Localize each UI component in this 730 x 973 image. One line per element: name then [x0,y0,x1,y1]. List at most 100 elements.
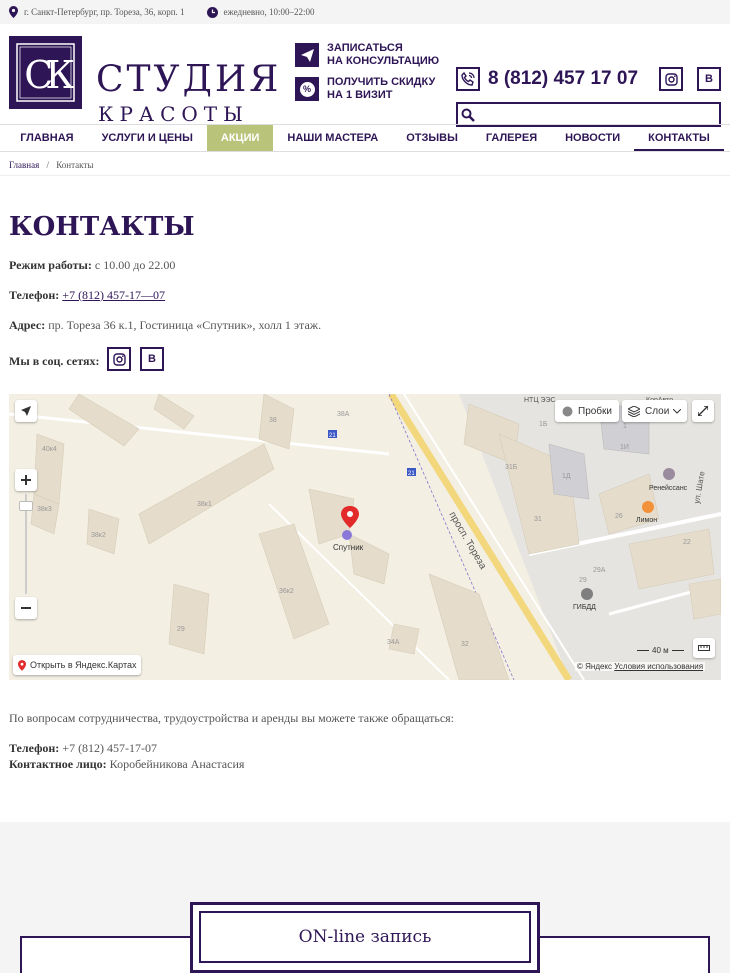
zoom-out-button[interactable] [15,597,37,619]
map-scale: 40 м [637,646,684,655]
svg-text:1: 1 [623,423,627,430]
nav-contacts[interactable]: КОНТАКТЫ [634,125,724,151]
svg-text:34А: 34А [387,639,400,646]
nav-news[interactable]: НОВОСТИ [551,125,634,151]
locate-button[interactable] [15,400,37,422]
svg-text:31: 31 [534,516,542,523]
svg-text:29: 29 [579,577,587,584]
logo-title[interactable]: СТУДИЯ [96,60,281,100]
svg-text:38к3: 38к3 [37,506,52,513]
vk-button[interactable]: В [697,67,721,91]
nav-home[interactable]: ГЛАВНАЯ [6,125,87,151]
search-icon [461,108,475,122]
yandex-map[interactable]: 40к4 38к3 38к2 38к1 38 38А 36к2 29 34А 3… [9,394,721,680]
layers-icon [628,405,640,417]
divider [0,175,730,176]
map-pin-icon [9,6,18,18]
nav-services[interactable]: УСЛУГИ И ЦЕНЫ [88,125,207,151]
svg-text:Лимон: Лимон [636,517,657,524]
svg-text:21: 21 [408,471,415,477]
breadcrumb-home[interactable]: Главная [9,160,39,170]
hours-info: ежедневно, 10:00–22:00 [206,6,315,18]
zoom-slider-handle[interactable] [19,501,33,511]
svg-text:Ренейссанс: Ренейссанс [649,484,688,492]
traffic-button[interactable]: Пробки [555,400,619,422]
traffic-icon [562,406,573,416]
svg-text:40к4: 40к4 [42,446,57,453]
svg-text:21: 21 [329,433,336,439]
top-info-bar: г. Санкт-Петербург, пр. Тореза, 36, корп… [0,0,730,24]
vk-social-button[interactable]: В [140,347,164,371]
social-row: Мы в соц. сетях: [9,354,99,369]
nav-reviews[interactable]: ОТЗЫВЫ [392,125,472,151]
main-nav: ГЛАВНАЯ УСЛУГИ И ЦЕНЫ АКЦИИ НАШИ МАСТЕРА… [0,124,730,152]
cooperation-text: По вопросам сотрудничества, трудоустройс… [9,711,454,725]
svg-text:38к1: 38к1 [197,501,212,508]
svg-text:ГИБДД: ГИБДД [573,604,596,611]
work-hours-label: Режим работы: [9,258,92,272]
svg-text:НТЦ ЭЭС: НТЦ ЭЭС [524,397,556,404]
nav-promotions[interactable]: АКЦИИ [206,125,274,151]
instagram-icon[interactable] [107,347,131,371]
logo-monogram-icon: СК [16,43,82,102]
consult-line2: НА КОНСУЛЬТАЦИЮ [327,55,440,67]
address-text: г. Санкт-Петербург, пр. Тореза, 36, корп… [24,7,185,17]
paper-plane-icon [295,43,319,67]
work-hours-value: с 10.00 до 22.00 [91,258,176,272]
svg-text:31Б: 31Б [505,464,518,471]
map-copyright: © Яндекс Условия использования [575,662,706,671]
svg-text:СК: СК [24,53,74,97]
plus-icon [21,475,31,485]
nav-masters[interactable]: НАШИ МАСТЕРА [273,125,392,151]
svg-text:29А: 29А [593,567,606,574]
expand-icon [698,406,708,416]
chevron-down-icon [673,408,682,414]
clock-icon [206,6,218,18]
fullscreen-button[interactable] [692,400,714,422]
phone-icon[interactable] [456,67,480,91]
consult-button[interactable]: ЗАПИСАТЬСЯ НА КОНСУЛЬТАЦИЮ [295,42,439,68]
phone-label: Телефон: [9,288,60,302]
hours-text: ежедневно, 10:00–22:00 [223,7,315,17]
svg-text:1Б: 1Б [539,421,548,428]
online-booking-header: ON-line запись [190,902,540,973]
open-link-label: Открыть в Яндекс.Картах [30,660,137,670]
header-phone[interactable]: 8 (812) 457 17 07 [488,68,638,90]
copyright-text: © Яндекс [577,662,613,671]
site-header: СК СТУДИЯ КРАСОТЫ ЗАПИСАТЬСЯ НА КОНСУЛЬТ… [0,24,730,127]
discount-button[interactable]: % ПОЛУЧИТЬ СКИДКУ НА 1 ВИЗИТ [295,76,435,102]
open-in-yandex-maps-link[interactable]: Открыть в Яндекс.Картах [13,655,142,675]
discount-line1: ПОЛУЧИТЬ СКИДКУ [327,76,436,88]
instagram-icon[interactable] [659,67,683,91]
social-label: Мы в соц. сетях: [9,354,100,368]
logo-mark[interactable]: СК [9,36,82,109]
coop-phone-row: Телефон: +7 (812) 457-17-07 [9,741,157,756]
nav-gallery[interactable]: ГАЛЕРЕЯ [472,125,551,151]
coop-phone-value: +7 (812) 457-17-07 [59,741,158,755]
phone-row: Телефон: +7 (812) 457-17—07 [9,288,165,303]
svg-text:36к2: 36к2 [279,588,294,595]
breadcrumb-separator: / [46,160,49,170]
traffic-label: Пробки [578,405,612,417]
ruler-button[interactable] [693,638,715,658]
address-info: г. Санкт-Петербург, пр. Тореза, 36, корп… [9,6,185,18]
contact-person-label: Контактное лицо: [9,757,107,771]
minus-icon [21,607,31,609]
contact-person-row: Контактное лицо: Коробейникова Анастасия [9,757,244,772]
work-hours: Режим работы: с 10.00 до 22.00 [9,258,175,273]
layers-label: Слои [645,405,670,417]
address-row: Адрес: пр. Тореза 36 к.1, Гостиница «Спу… [9,318,321,333]
scale-label: 40 м [652,646,669,655]
layers-button[interactable]: Слои [622,400,688,422]
address-label: Адрес: [9,318,46,332]
map-canvas[interactable]: 40к4 38к3 38к2 38к1 38 38А 36к2 29 34А 3… [9,394,721,680]
phone-link[interactable]: +7 (812) 457-17—07 [62,288,165,302]
contact-person-value: Коробейникова Анастасия [106,757,245,771]
terms-link[interactable]: Условия использования [614,662,703,671]
zoom-in-button[interactable] [15,469,37,491]
logo-subtitle[interactable]: КРАСОТЫ [98,102,249,126]
svg-text:38: 38 [269,417,277,424]
location-arrow-icon [21,406,31,416]
marker-label: Спутник [333,543,364,552]
breadcrumb-current: Контакты [56,160,94,170]
